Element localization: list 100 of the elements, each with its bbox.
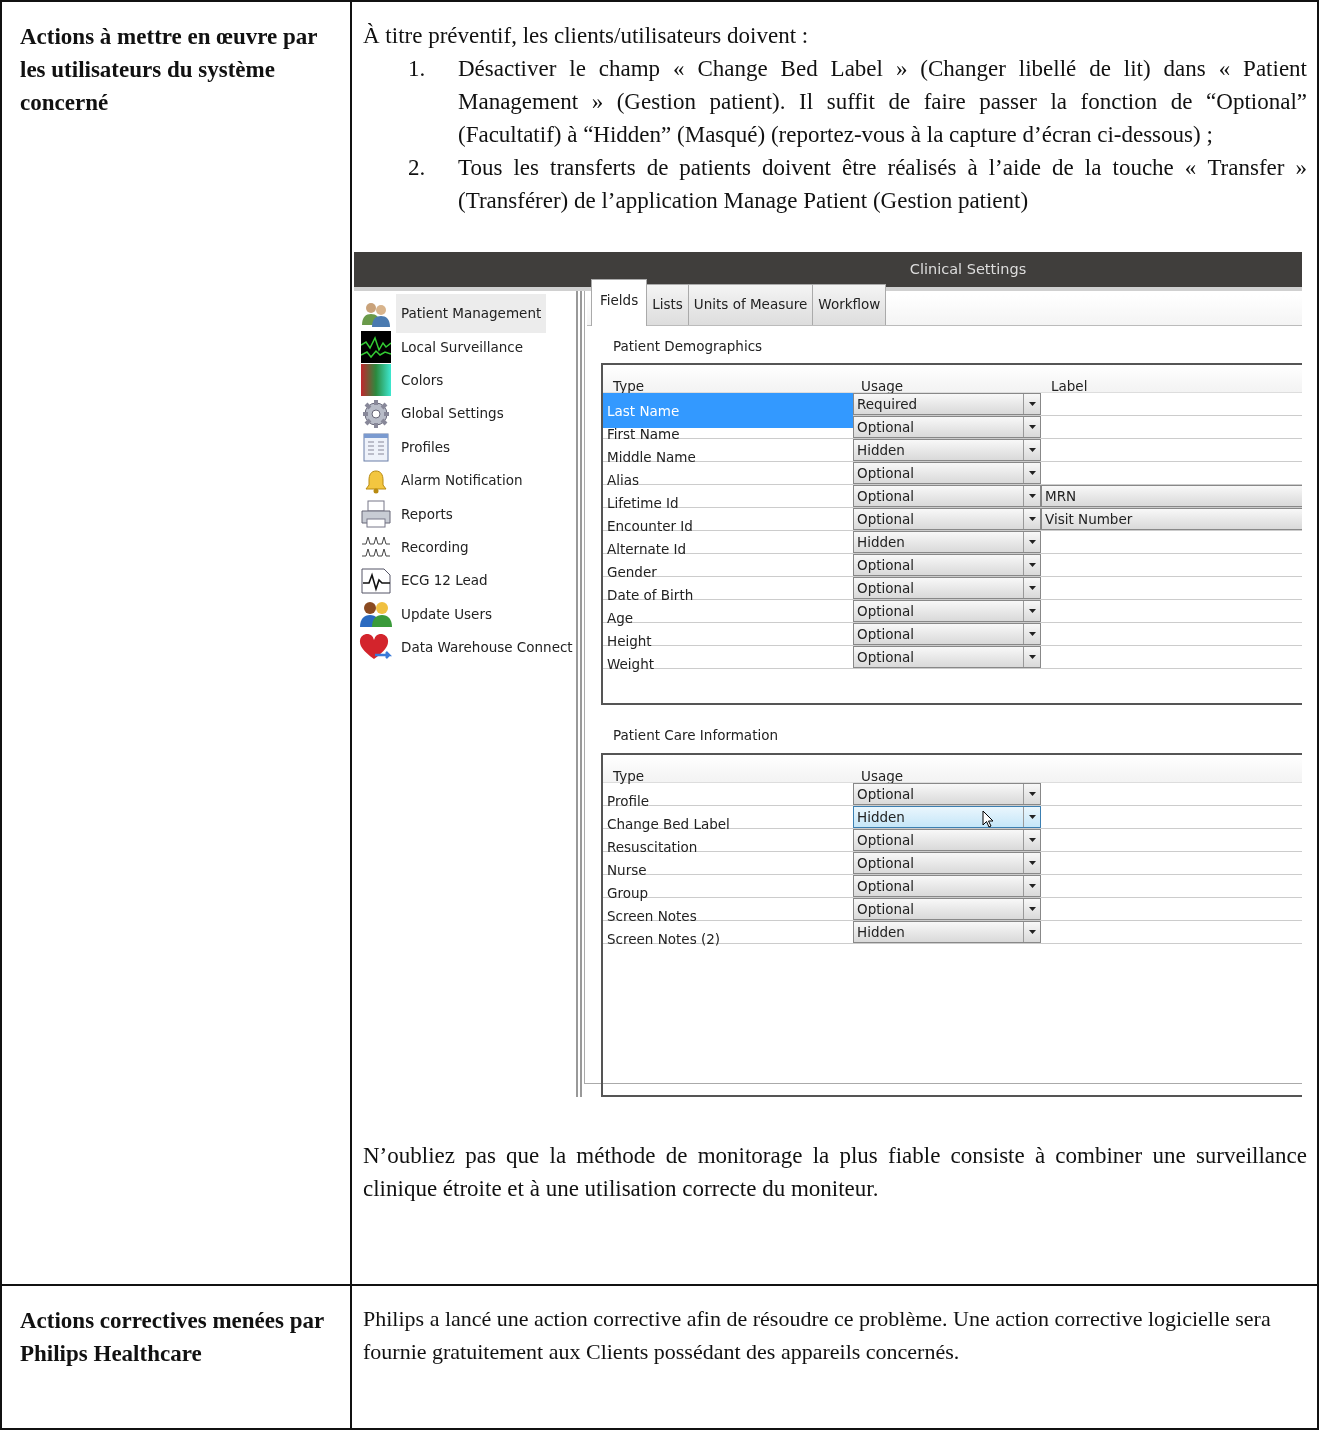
dropdown[interactable]: Optional [853,898,1041,920]
sidebar-item[interactable]: ECG 12 Lead [354,564,572,598]
dropdown[interactable]: Optional [853,783,1041,805]
gradient-icon [361,364,391,397]
caret-icon [1028,632,1036,636]
column-header: Type [612,377,645,396]
paragraph: À titre préventif, les clients/utilisateurs doivent : [363,22,810,50]
caret-icon [1028,517,1036,521]
table-cell-text: Encounter Id [606,517,694,536]
caret-icon [1028,838,1036,842]
table-cell-text: Date of Birth [606,586,695,605]
caret-icon [1028,930,1036,934]
caret-icon [1028,425,1036,429]
caret-icon [1028,563,1036,567]
document-icon [363,432,389,463]
group-title: Patient Care Information [612,726,779,744]
column-header: Label [1050,377,1089,396]
table-cell-text: Height [606,632,653,651]
table-cell-text: Screen Notes (2) [606,930,722,949]
dropdown[interactable]: Hidden [853,439,1041,461]
sidebar-item[interactable]: Update Users [354,597,572,631]
caret-icon [1028,792,1036,796]
table-cell-text: Age [606,609,635,628]
caret-icon [1028,448,1036,452]
tab[interactable]: Units of Measure [687,284,814,325]
table-cell-text: Gender [606,563,658,582]
row-heading: Actions à mettre en œuvre par les utilisateurs du système concerné [20,24,318,115]
caret-icon [1028,471,1036,475]
table-cell-text: Change Bed Label [606,815,731,834]
sidebar-item[interactable]: Data Warehouse Connect [354,630,572,665]
table-cell-text: Alternate Id [606,540,688,559]
sidebar-item[interactable]: Local Surveillance [354,330,572,364]
caret-icon [1028,609,1036,613]
paragraph: N’oubliez pas que la méthode de monitorage la plus fiable consiste à combiner une surveillance clinique étroite et à une utilisation correcte du moniteur. [363,1142,1307,1203]
table-cell-text: Group [606,884,650,903]
dropdown[interactable]: Optional [853,600,1041,622]
column-header: Usage [860,767,905,786]
cursor-icon [982,810,994,828]
table-cell: Last Name [603,393,853,428]
dropdown[interactable]: Hidden [853,806,1041,828]
paragraph: Philips a lancé une action corrective afin de résoudre ce problème. Une action corrective logicielle sera fournie gratuitement aux Clients possédant des appareils concernés. [363,1305,1272,1366]
people-icon [360,600,392,629]
caret-icon [1028,655,1036,659]
list-item-text: Désactiver le champ « Change Bed Label » (Changer libellé de lit) dans « Patient Management » (Gestion patient). Il suffit de faire passer la fonction de “Optional” (Facultatif) à “Hidden” (Masqué) (reportez-vous à la capture d’écran ci-dessous) ; [458,55,1307,149]
sidebar-item[interactable]: Recording [354,530,572,565]
dropdown[interactable]: Visit Number [1041,508,1302,530]
tab[interactable]: Fields [591,279,648,326]
sidebar-item[interactable]: Reports [354,497,572,531]
dropdown[interactable]: Optional [853,485,1041,507]
dropdown[interactable]: Optional [853,554,1041,576]
waveform-icon [361,331,391,364]
gear-icon [360,398,392,429]
list-number: 1. [407,55,427,83]
table-cell-text: Middle Name [606,448,697,467]
tab[interactable]: Workflow [812,284,887,325]
table-cell-text: First Name [606,425,681,444]
dropdown[interactable]: MRN [1041,485,1302,507]
table-cell-text: Weight [606,655,656,674]
printer-icon [360,499,392,530]
list-item-text: Tous les transferts de patients doivent être réalisés à l’aide de la touche « Transfer » (Transférer) de l’application Manage Patient (Gestion patient) [458,154,1307,215]
dropdown[interactable]: Optional [853,416,1041,438]
table-cell-text: Alias [606,471,641,490]
heart-icon [359,633,393,662]
sidebar-item[interactable]: Alarm Notification [354,463,572,498]
dropdown[interactable]: Required [853,393,1041,415]
dropdown[interactable]: Optional [853,852,1041,874]
table-cell-text: Resuscitation [606,838,699,857]
people-icon [361,300,391,327]
caret-icon [1028,884,1036,888]
sidebar-item[interactable]: Global Settings [354,397,572,431]
group-title: Patient Demographics [612,337,764,355]
dropdown[interactable]: Optional [853,829,1041,851]
caret-icon [1028,907,1036,911]
tab[interactable]: Lists [646,284,689,325]
dropdown[interactable]: Optional [853,577,1041,599]
column-header: Usage [860,377,905,396]
window-title: Clinical Settings [909,260,1027,279]
caret-icon [1028,586,1036,590]
column-header: Type [612,767,645,786]
caret-icon [1028,540,1036,544]
dropdown[interactable]: Hidden [853,921,1041,943]
caret-icon [1028,861,1036,865]
dropdown[interactable]: Optional [853,623,1041,645]
list-number: 2. [407,154,427,182]
sidebar-item[interactable]: Profiles [354,430,572,464]
table-cell-text: Profile [606,792,650,811]
ecg-icon [360,566,392,595]
table-cell-text: Nurse [606,861,648,880]
dropdown[interactable]: Optional [853,875,1041,897]
sidebar-item[interactable]: Colors [354,363,572,398]
dropdown[interactable]: Optional [853,508,1041,530]
caret-icon [1028,815,1036,819]
caret-icon [1028,402,1036,406]
table-cell-text: Screen Notes [606,907,698,926]
caret-icon [1028,494,1036,498]
dropdown[interactable]: Optional [853,646,1041,668]
row-heading: Actions correctives menées par Philips Healthcare [20,1308,324,1366]
dropdown[interactable]: Hidden [853,531,1041,553]
table-cell-text: Lifetime Id [606,494,680,513]
dropdown[interactable]: Optional [853,462,1041,484]
